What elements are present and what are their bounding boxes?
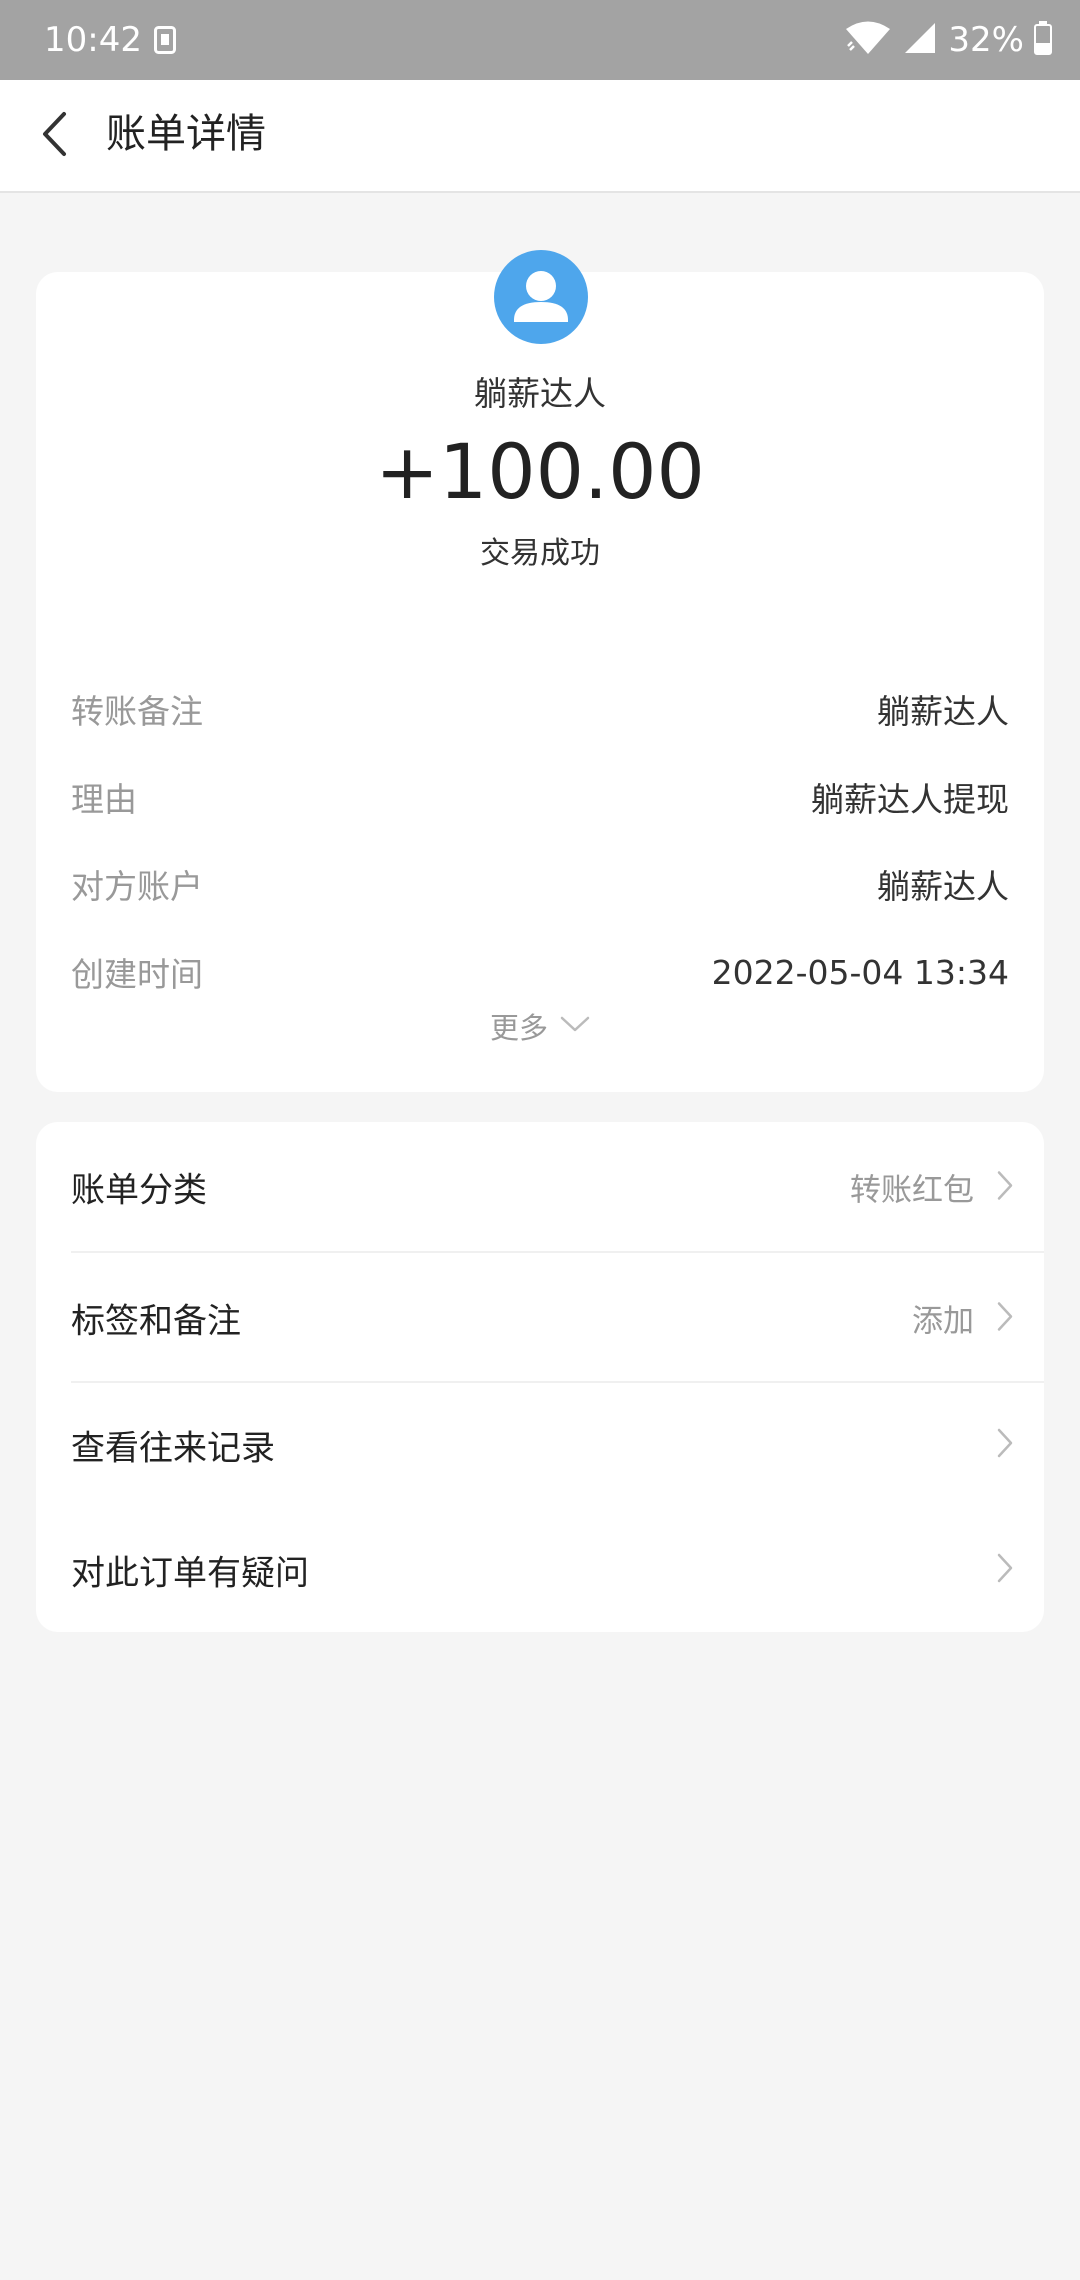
transaction-status: 交易成功 (480, 536, 600, 571)
chevron-right-icon (996, 1552, 1014, 1588)
more-label: 更多 (489, 1011, 548, 1045)
bill-summary-card: 躺薪达人 +100.00 交易成功 转账备注 躺薪达人 理由 躺薪达人提现 对方… (36, 250, 1044, 1092)
detail-label: 转账备注 (71, 692, 203, 731)
menu-item-transaction-history[interactable]: 查看往来记录 (36, 1383, 1044, 1507)
battery-percent: 32% (948, 20, 1024, 60)
menu-item-tags-notes[interactable]: 标签和备注 添加 (36, 1253, 1044, 1383)
payee-name: 躺薪达人 (474, 374, 606, 413)
status-time: 10:42 (44, 20, 142, 60)
chevron-down-icon (560, 1015, 590, 1037)
menu-item-right: 添加 (912, 1296, 1014, 1341)
menu-item-label: 标签和备注 (71, 1301, 241, 1342)
status-right-group: 32% (844, 18, 1052, 62)
menu-item-right (996, 1552, 1014, 1588)
sim-card-icon (154, 26, 176, 58)
detail-value: 2022-05-04 13:34 (711, 952, 1009, 992)
menu-item-right (996, 1427, 1014, 1463)
signal-icon (902, 20, 938, 60)
menu-item-label: 账单分类 (71, 1170, 207, 1211)
battery-icon (1034, 21, 1052, 59)
user-icon (514, 271, 568, 322)
menu-item-value: 添加 (912, 1303, 974, 1340)
detail-row-counterparty: 对方账户 躺薪达人 (71, 859, 1009, 909)
detail-value: 躺薪达人 (877, 867, 1009, 906)
more-button[interactable]: 更多 (36, 1004, 1044, 1048)
status-bar: 10:42 32% (0, 0, 1080, 80)
detail-label: 理由 (71, 780, 137, 819)
detail-value: 躺薪达人 (877, 692, 1009, 731)
chevron-right-icon (996, 1169, 1014, 1205)
transaction-amount: +100.00 (375, 427, 705, 516)
detail-value: 躺薪达人提现 (811, 780, 1009, 819)
menu-item-label: 查看往来记录 (71, 1428, 275, 1469)
menu-item-label: 对此订单有疑问 (71, 1553, 309, 1593)
menu-item-right: 转账红包 (850, 1165, 1014, 1210)
page-title: 账单详情 (106, 111, 266, 157)
back-button[interactable] (20, 98, 90, 174)
detail-row-reason: 理由 躺薪达人提现 (71, 772, 1009, 822)
menu-item-value: 转账红包 (850, 1172, 974, 1209)
wifi-icon (844, 20, 892, 60)
menu-item-order-question[interactable]: 对此订单有疑问 (36, 1507, 1044, 1632)
nav-bar: 账单详情 (0, 80, 1080, 193)
detail-label: 创建时间 (71, 955, 203, 994)
chevron-right-icon (996, 1300, 1014, 1336)
chevron-right-icon (996, 1427, 1014, 1463)
chevron-left-icon (38, 110, 72, 162)
menu-item-bill-category[interactable]: 账单分类 转账红包 (36, 1122, 1044, 1252)
detail-row-created-time: 创建时间 2022-05-04 13:34 (71, 947, 1009, 997)
avatar (494, 250, 588, 344)
bill-actions-card: 账单分类 转账红包 标签和备注 添加 查看往来记录 对此订单有疑问 (36, 1122, 1044, 1632)
detail-row-transfer-note: 转账备注 躺薪达人 (71, 684, 1009, 734)
detail-label: 对方账户 (71, 867, 203, 906)
